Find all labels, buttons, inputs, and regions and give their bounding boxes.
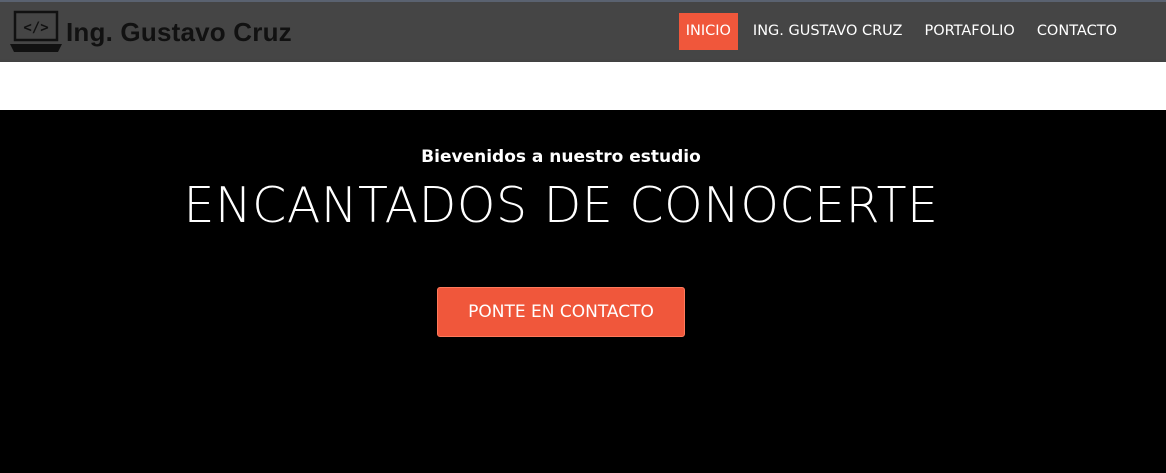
brand-name: Ing. Gustavo Cruz (66, 16, 292, 47)
top-navbar: </> Ing. Gustavo Cruz INICIO ING. GUSTAV… (0, 0, 1166, 62)
laptop-code-icon: </> (10, 10, 62, 52)
laptop-code-glyph: </> (23, 20, 48, 36)
hero-headline: ENCANTADOS DE CONOCERTE (183, 177, 939, 234)
nav-item-ing-gustavo-cruz[interactable]: ING. GUSTAVO CRUZ (746, 13, 910, 50)
nav-item-contacto[interactable]: CONTACTO (1030, 13, 1124, 50)
hero-welcome-text: Bievenidos a nuestro estudio (421, 147, 701, 167)
hero-section: Bievenidos a nuestro estudio ENCANTADOS … (0, 111, 1166, 473)
contact-cta-button[interactable]: PONTE EN CONTACTO (437, 287, 685, 337)
nav-menu: INICIO ING. GUSTAVO CRUZ PORTAFOLIO CONT… (671, 12, 1124, 50)
brand-logo[interactable]: </> Ing. Gustavo Cruz (8, 10, 292, 54)
nav-item-portafolio[interactable]: PORTAFOLIO (917, 13, 1021, 50)
nav-item-inicio[interactable]: INICIO (678, 12, 738, 50)
header-spacer-band (0, 62, 1166, 110)
